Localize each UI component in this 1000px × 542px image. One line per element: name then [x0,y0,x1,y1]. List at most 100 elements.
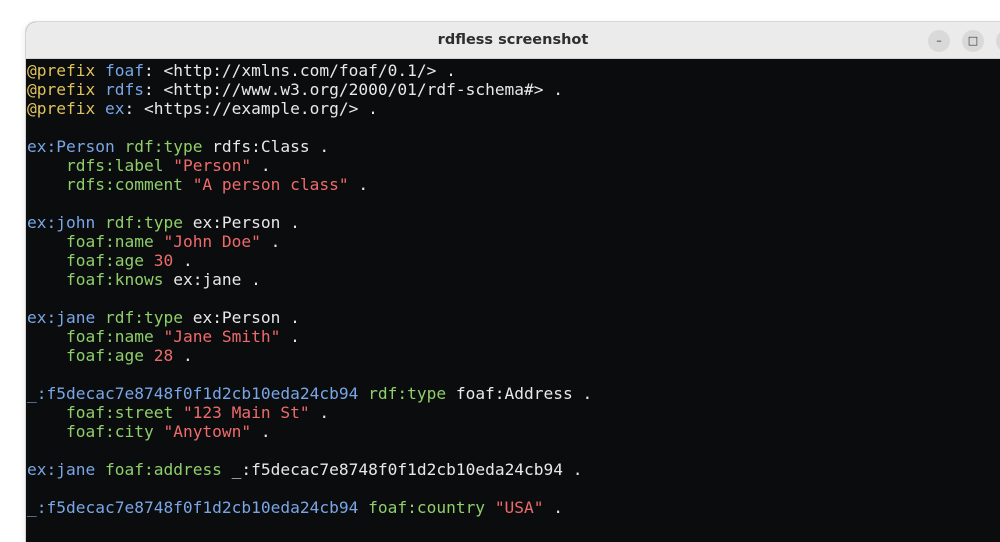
terminal-line: foaf:age 30 . [27,251,1000,270]
token-plain: : <http://www.w3.org/2000/01/rdf-schema#… [143,80,564,99]
token-plain: ex:Person . [182,213,300,232]
token-plain: . [251,422,271,441]
token-pred: rdf:type [104,213,183,232]
terminal-line: _:f5decac7e8748f0f1d2cb10eda24cb94 rdf:t… [27,384,1000,403]
token-lit: "USA" [494,498,544,517]
token-plain: . [348,175,369,194]
token-ns: _:f5decac7e8748f0f1d2cb10eda24cb94 [27,498,359,517]
token-ns: _:f5decac7e8748f0f1d2cb10eda24cb94 [27,384,359,403]
token-plain: . [280,327,300,346]
token-pred: rdfs:label [65,156,164,175]
terminal-line: _:f5decac7e8748f0f1d2cb10eda24cb94 foaf:… [27,498,1000,517]
token-ns: rdfs [95,80,144,99]
terminal-line: foaf:age 28 . [27,346,1000,365]
terminal-line: foaf:city "Anytown" . [27,422,1000,441]
token-pred: foaf:name [65,232,154,251]
maximize-icon[interactable]: □ [962,30,984,52]
token-plain: rdfs:Class . [202,137,330,156]
terminal-line: @prefix ex: <https://example.org/> . [27,99,1000,118]
token-lit: 28 [153,346,174,365]
token-ns: ex:john [27,213,96,232]
terminal-line: rdfs:label "Person" . [27,156,1000,175]
token-plain: ex:jane . [163,270,261,289]
token-lit: 30 [153,251,174,270]
token-plain: . [260,232,281,251]
token-prefix: @prefix [27,99,96,118]
token-pred: rdfs:comment [65,175,183,194]
window-title: rdfless screenshot [437,32,589,48]
token-pred: foaf:name [65,327,154,346]
token-plain: _:f5decac7e8748f0f1d2cb10eda24cb94 . [221,460,583,479]
token-lit: "John Doe" [163,232,261,251]
terminal-line: ex:jane foaf:address _:f5decac7e8748f0f1… [27,460,1000,479]
minimize-icon[interactable]: – [928,30,950,52]
terminal-output[interactable]: @prefix foaf: <http://xmlns.com/foaf/0.1… [26,59,1000,542]
token-ns: ex:jane [27,460,96,479]
terminal-line: foaf:knows ex:jane . [27,270,1000,289]
token-pred: foaf:city [65,422,154,441]
token-pred: foaf:age [65,251,144,270]
window-titlebar[interactable]: rdfless screenshot – □ × [26,22,1000,59]
token-prefix: @prefix [27,80,96,99]
terminal-line: ex:john rdf:type ex:Person . [27,213,1000,232]
token-lit: "A person class" [192,175,349,194]
token-plain: . [543,498,564,517]
token-plain: ex:Person . [182,308,300,327]
terminal-line: rdfs:comment "A person class" . [27,175,1000,194]
terminal-line: foaf:name "John Doe" . [27,232,1000,251]
token-prefix: @prefix [27,61,96,80]
token-plain: . [251,156,271,175]
token-pred: rdf:type [124,137,203,156]
token-plain: : <http://xmlns.com/foaf/0.1/> . [143,61,456,80]
token-pred: foaf:street [65,403,174,422]
terminal-line: @prefix foaf: <http://xmlns.com/foaf/0.1… [27,61,1000,80]
token-pred: foaf:age [65,346,144,365]
token-lit: "Anytown" [163,422,252,441]
token-pred: foaf:address [104,460,222,479]
token-ns: ex:Person [27,137,115,156]
token-pred: foaf:knows [65,270,164,289]
token-lit: "Jane Smith" [163,327,281,346]
terminal-line: ex:jane rdf:type ex:Person . [27,308,1000,327]
terminal-line: ex:Person rdf:type rdfs:Class . [27,137,1000,156]
desktop: rdfless screenshot – □ × @prefix foaf: <… [0,0,1000,542]
token-plain: foaf:Address . [446,384,593,403]
terminal-window: rdfless screenshot – □ × @prefix foaf: <… [26,22,1000,542]
token-ns: ex:jane [27,308,96,327]
token-pred: foaf:country [368,498,486,517]
terminal-line: foaf:street "123 Main St" . [27,403,1000,422]
token-lit: "Person" [173,156,252,175]
terminal-line: @prefix rdfs: <http://www.w3.org/2000/01… [27,80,1000,99]
token-pred: rdf:type [368,384,447,403]
token-plain: : <https://example.org/> . [124,99,378,118]
token-pred: rdf:type [104,308,183,327]
token-plain: . [309,403,330,422]
token-plain: . [173,251,193,270]
terminal-line: foaf:name "Jane Smith" . [27,327,1000,346]
